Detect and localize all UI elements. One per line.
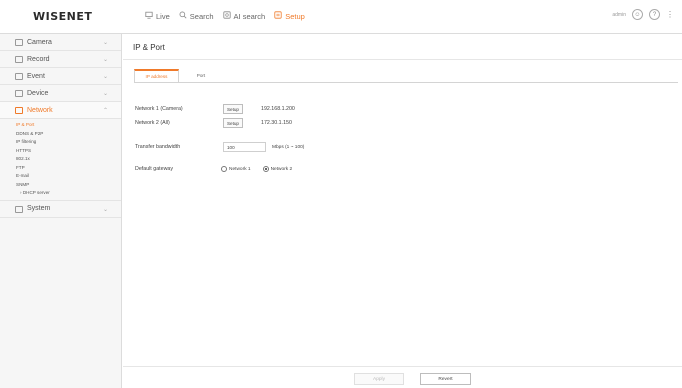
footer-divider [123, 366, 682, 367]
network1-ip: 192.168.1.200 [261, 106, 295, 112]
system-icon [15, 205, 23, 213]
gateway-label: Default gateway [135, 166, 173, 172]
bandwidth-row: Transfer bandwidth 100 Mbps (1 ~ 100) [135, 142, 304, 152]
bandwidth-unit: Mbps (1 ~ 100) [272, 144, 305, 150]
top-right-controls: admin ☺ ? ⋮ [612, 9, 674, 20]
bandwidth-label: Transfer bandwidth [135, 144, 181, 150]
network-submenu: IP & Port DDNS & P2P IP filtering HTTPS … [0, 119, 121, 201]
gateway-radio-network1[interactable]: Network 1 [221, 166, 251, 172]
network1-setup-button[interactable]: Setup [223, 104, 243, 114]
bandwidth-input[interactable]: 100 [223, 142, 266, 152]
gateway-option2-label: Network 2 [270, 166, 293, 172]
submenu-snmp[interactable]: SNMP [0, 181, 121, 190]
sidebar-item-label: System [27, 205, 51, 212]
network1-label: Network 1 (Camera) [135, 106, 183, 112]
ai-search-icon [222, 11, 231, 21]
sidebar-item-label: Network [27, 106, 53, 114]
sidebar-item-network[interactable]: Network ⌃ [0, 102, 121, 119]
camera-icon [15, 39, 23, 46]
submenu-ftp[interactable]: FTP [0, 164, 121, 173]
tab-bar: IP address Port [134, 69, 223, 82]
menu-icon[interactable]: ⋮ [666, 10, 674, 19]
nav-live-label: Live [156, 11, 170, 21]
page-title: IP & Port [133, 43, 165, 52]
sidebar-item-label: Camera [27, 38, 52, 46]
gateway-radio-network2[interactable]: Network 2 [262, 166, 293, 172]
nav-setup[interactable]: Setup [274, 11, 305, 21]
search-icon [179, 11, 187, 21]
chevron-up-icon: ⌃ [102, 108, 108, 114]
sidebar-item-device[interactable]: Device ⌄ [0, 85, 121, 102]
gateway-row: Default gateway Network 1 Network 2 [135, 166, 292, 172]
nav-search[interactable]: Search [179, 11, 214, 21]
setup-icon [274, 11, 282, 21]
record-icon [15, 56, 23, 63]
submenu-ip-port[interactable]: IP & Port [0, 121, 121, 130]
top-nav: Live Search AI search Setup [145, 11, 305, 21]
top-bar: WISENET Live Search AI search Setup admi… [0, 0, 682, 34]
gateway-option1-label: Network 1 [229, 166, 251, 172]
logo: WISENET [33, 10, 93, 23]
network2-ip: 172.30.1.150 [261, 120, 292, 126]
submenu-ip-filtering[interactable]: IP filtering [0, 138, 121, 147]
nav-setup-label: Setup [285, 11, 305, 21]
submenu-dhcp-server[interactable]: › DHCP server [0, 189, 121, 198]
sidebar-item-label: Record [27, 55, 50, 63]
submenu-ddns-p2p[interactable]: DDNS & P2P [0, 130, 121, 139]
sidebar-item-label: Device [27, 89, 49, 97]
nav-search-label: Search [189, 11, 214, 21]
sidebar-item-label: Event [27, 72, 45, 80]
main-content: IP & Port IP address Port Network 1 (Cam… [123, 34, 682, 388]
sidebar-item-camera[interactable]: Camera ⌄ [0, 34, 121, 51]
sidebar: Camera ⌄ Record ⌄ Event ⌄ Device ⌄ Netwo… [0, 34, 122, 388]
sidebar-item-record[interactable]: Record ⌄ [0, 51, 121, 68]
nav-live[interactable]: Live [145, 11, 170, 21]
sidebar-item-system[interactable]: System ⌄ [0, 201, 121, 218]
chevron-down-icon: ⌄ [102, 57, 108, 63]
tab-ip-address[interactable]: IP address [134, 69, 179, 82]
tab-port[interactable]: Port [179, 69, 223, 82]
user-name[interactable]: admin [612, 12, 626, 18]
network1-row: Network 1 (Camera) Setup 192.168.1.200 [135, 104, 295, 114]
radio-unselected-icon [221, 166, 227, 172]
network-icon [15, 107, 23, 114]
event-icon [15, 73, 23, 80]
device-icon [15, 90, 23, 97]
network2-label: Network 2 (All) [135, 120, 170, 126]
help-icon[interactable]: ? [649, 9, 660, 20]
nav-ai-search-label: AI search [233, 11, 266, 21]
apply-button[interactable]: Apply [354, 373, 404, 385]
submenu-dhcp-label: DHCP server [22, 190, 50, 195]
chevron-down-icon: ⌄ [102, 91, 108, 97]
chevron-down-icon: ⌄ [102, 206, 108, 213]
chevron-down-icon: ⌄ [102, 40, 108, 46]
user-icon[interactable]: ☺ [632, 9, 643, 20]
submenu-https[interactable]: HTTPS [0, 147, 121, 156]
revert-button[interactable]: Revert [420, 373, 471, 385]
network2-row: Network 2 (All) Setup 172.30.1.150 [135, 118, 292, 128]
chevron-down-icon: ⌄ [102, 74, 108, 80]
monitor-icon [145, 11, 153, 21]
network2-setup-button[interactable]: Setup [223, 118, 243, 128]
nav-ai-search[interactable]: AI search [222, 11, 266, 21]
tab-divider [134, 82, 678, 83]
title-divider [123, 59, 682, 60]
radio-selected-icon [262, 166, 269, 172]
sidebar-item-event[interactable]: Event ⌄ [0, 68, 121, 85]
submenu-8021x[interactable]: 802.1x [0, 155, 121, 164]
submenu-email[interactable]: E-mail [0, 172, 121, 181]
